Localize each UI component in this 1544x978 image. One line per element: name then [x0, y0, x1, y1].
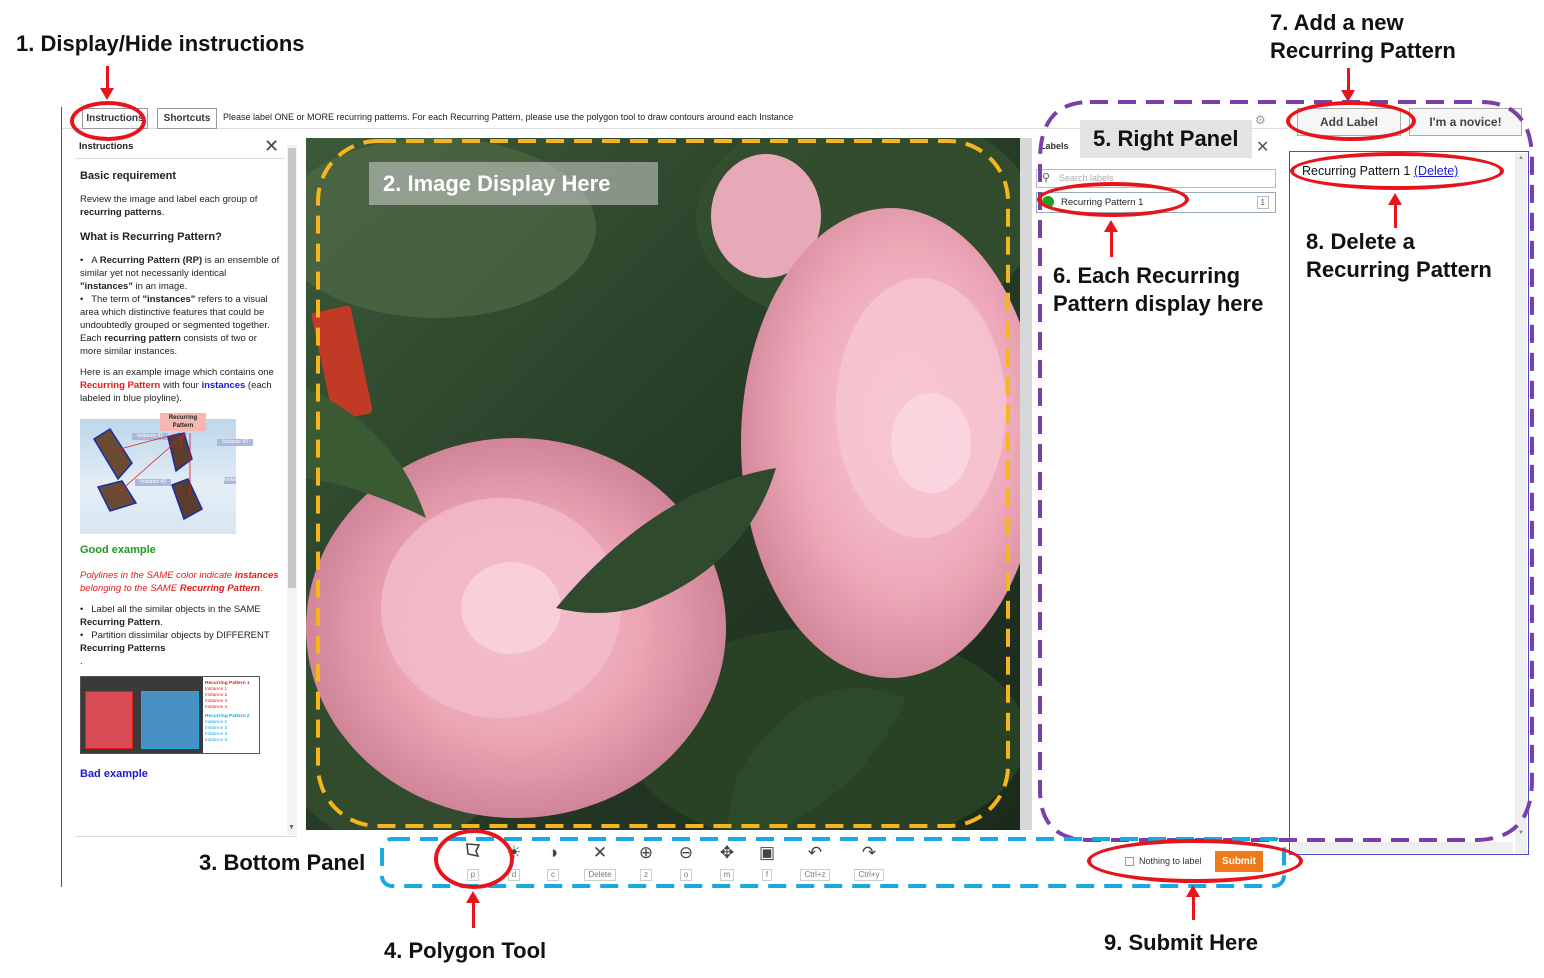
ring-label-item — [1037, 182, 1189, 217]
arrow-9-head — [1186, 885, 1200, 897]
arrow-1-line — [106, 66, 109, 90]
image-region-outline — [316, 139, 1010, 828]
ring-delete-pattern — [1290, 152, 1504, 190]
callout-submit: 9. Submit Here — [1104, 930, 1259, 955]
arrow-1-head — [100, 88, 114, 100]
arrow-7-head — [1341, 90, 1355, 102]
callout-add-pattern-2: Recurring Pattern — [1270, 38, 1456, 63]
callout-each-pattern-1: 6. Each Recurring — [1053, 263, 1241, 288]
arrow-7-line — [1347, 68, 1350, 92]
ring-submit — [1087, 839, 1303, 883]
callout-add-pattern-1: 7. Add a new — [1270, 10, 1404, 35]
ring-instructions — [70, 101, 146, 141]
ring-add-label — [1286, 101, 1416, 141]
arrow-4-line — [472, 902, 475, 928]
callout-polygon-tool: 4. Polygon Tool — [384, 938, 547, 963]
arrow-8-line — [1394, 204, 1397, 228]
ring-polygon-tool — [434, 829, 514, 889]
callout-right-panel: 5. Right Panel — [1093, 126, 1239, 151]
arrow-8-head — [1388, 193, 1402, 205]
callout-image-display: 2. Image Display Here — [383, 171, 611, 196]
arrow-6-head — [1104, 220, 1118, 232]
callout-delete-pattern-2: Recurring Pattern — [1306, 257, 1492, 282]
callout-bottom-panel: 3. Bottom Panel — [199, 850, 366, 875]
callout-each-pattern-2: Pattern display here — [1053, 291, 1264, 316]
callout-display-hide: 1. Display/Hide instructions — [16, 31, 305, 56]
arrow-6-line — [1110, 230, 1113, 257]
callout-delete-pattern-1: 8. Delete a — [1306, 229, 1415, 254]
annotation-overlay — [316, 100, 1534, 888]
arrow-4-head — [466, 891, 480, 903]
arrow-9-line — [1192, 896, 1195, 920]
